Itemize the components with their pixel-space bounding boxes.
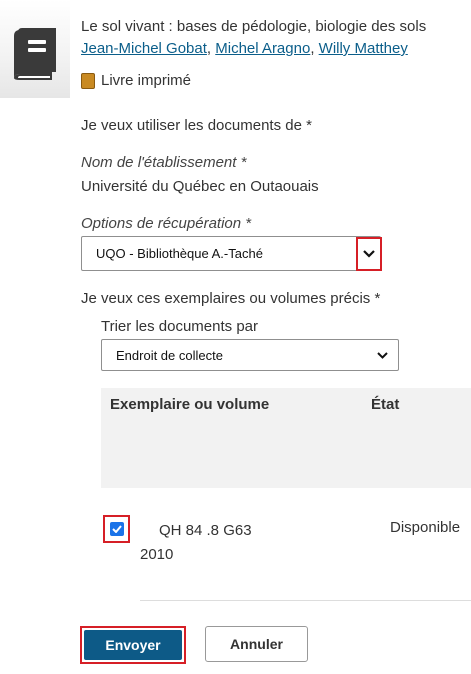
retrieval-select-value: UQO - Bibliothèque A.-Taché <box>96 246 263 261</box>
institution-value: Université du Québec en Outaouais <box>81 178 319 195</box>
record-title: Le sol vivant : bases de pédologie, biol… <box>81 18 427 35</box>
row-divider <box>140 600 471 601</box>
copies-label: Je veux ces exemplaires ou volumes préci… <box>81 290 381 307</box>
format-label: Livre imprimé <box>101 72 192 89</box>
copy-year: 2010 <box>140 546 174 563</box>
column-header-copy: Exemplaire ou volume <box>110 396 270 413</box>
use-documents-label: Je veux utiliser les documents de * <box>81 117 312 134</box>
format-line: Livre imprimé <box>81 72 191 89</box>
printed-book-icon <box>81 72 95 89</box>
retrieval-dropdown-toggle[interactable] <box>356 237 382 271</box>
sort-label: Trier les documents par <box>101 318 259 335</box>
chevron-down-icon <box>377 351 388 359</box>
sort-select-value: Endroit de collecte <box>116 347 223 363</box>
retrieval-label: Options de récupération * <box>81 215 252 232</box>
chevron-down-icon <box>363 250 375 258</box>
checkbox-checked <box>109 522 124 536</box>
record-icon-panel <box>0 0 70 98</box>
retrieval-select[interactable]: UQO - Bibliothèque A.-Taché <box>81 236 381 271</box>
copy-checkbox[interactable] <box>103 515 130 543</box>
author-link[interactable]: Jean-Michel Gobat <box>81 40 207 57</box>
institution-label: Nom de l'établissement * <box>81 154 247 171</box>
copy-status: Disponible <box>390 519 461 536</box>
submit-button-highlight: Envoyer <box>80 626 186 664</box>
cancel-button[interactable]: Annuler <box>205 626 308 662</box>
checkmark-icon <box>111 525 122 533</box>
record-title-block: Le sol vivant : bases de pédologie, biol… <box>81 18 427 57</box>
author-link[interactable]: Michel Aragno <box>215 40 310 57</box>
book-icon <box>14 28 56 80</box>
submit-button[interactable]: Envoyer <box>84 630 182 660</box>
sort-select[interactable]: Endroit de collecte <box>101 339 399 371</box>
call-number: QH 84 .8 G63 <box>159 522 252 539</box>
author-link[interactable]: Willy Matthey <box>319 40 408 57</box>
column-header-status: État <box>371 396 400 413</box>
